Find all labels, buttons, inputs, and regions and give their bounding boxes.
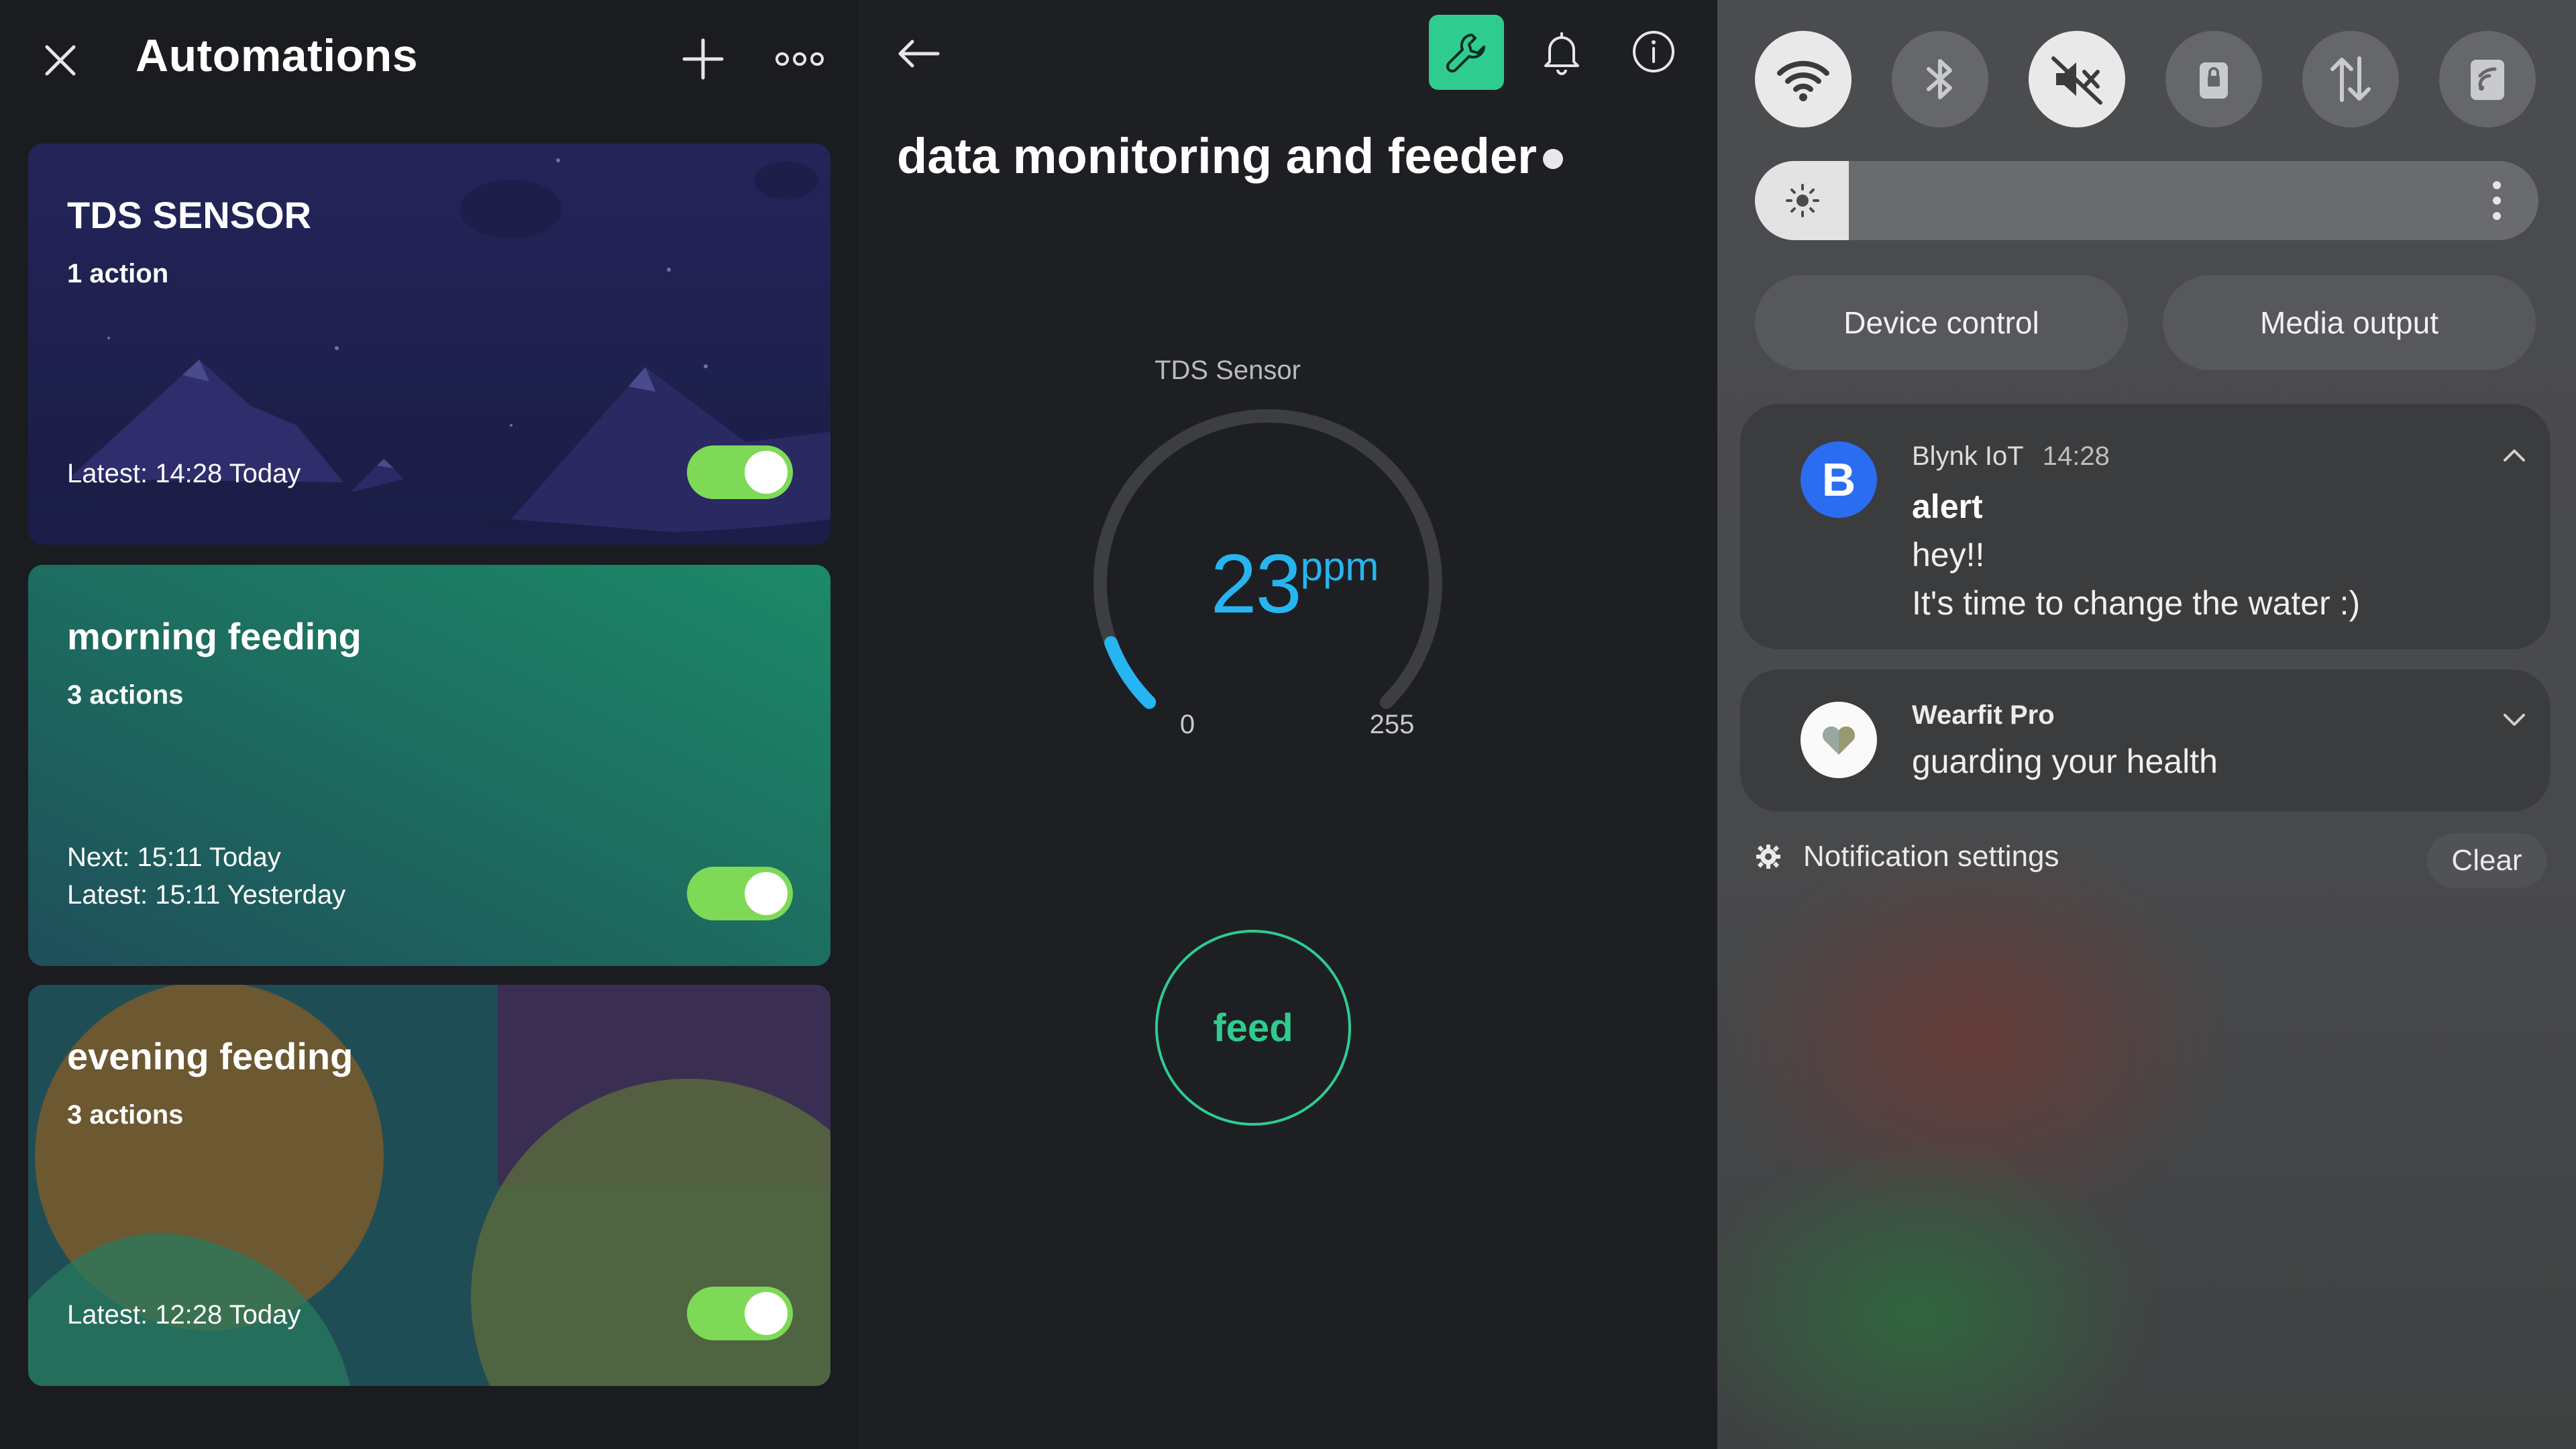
toggle-knob	[745, 1292, 788, 1335]
automation-card-morning-feeding[interactable]: morning feeding 3 actions Next: 15:11 To…	[28, 565, 830, 966]
gauge-label: TDS Sensor	[1155, 356, 1301, 385]
card-schedule: Next: 15:11 Today Latest: 15:11 Yesterda…	[67, 839, 345, 914]
notification-title: alert	[1912, 488, 1983, 525]
card-title: morning feeding	[67, 615, 362, 657]
info-icon[interactable]	[1630, 28, 1677, 75]
notification-blynk[interactable]: B Blynk IoT 14:28 alert hey!! It's time t…	[1740, 404, 2551, 649]
wearfit-app-icon	[1801, 702, 1877, 778]
gauge-min-label: 0	[1179, 710, 1195, 739]
automation-toggle[interactable]	[687, 445, 793, 499]
device-control-button[interactable]: Device control	[1755, 275, 2128, 370]
card-action-count: 1 action	[67, 259, 169, 288]
mute-icon	[2051, 56, 2102, 105]
notification-line-2: It's time to change the water :)	[1912, 584, 2361, 622]
automation-toggle[interactable]	[687, 1287, 793, 1340]
notification-settings-link[interactable]: Notification settings	[1755, 840, 2059, 873]
rotation-lock-toggle[interactable]	[2165, 31, 2262, 127]
latest-run-time: Latest: 14:28 Today	[67, 459, 301, 488]
bell-icon[interactable]	[1538, 28, 1586, 76]
chevron-up-icon[interactable]	[2498, 443, 2530, 467]
chevron-down-icon[interactable]	[2498, 707, 2530, 731]
toggle-knob	[745, 451, 788, 494]
blynk-b-icon: B	[1801, 441, 1877, 518]
notification-settings-label: Notification settings	[1803, 840, 2059, 873]
notification-app-name: Blynk IoT 14:28	[1912, 441, 2110, 472]
latest-run-time: Latest: 12:28 Today	[67, 1300, 301, 1330]
gauge-value-number: 23	[1210, 538, 1302, 631]
bluetooth-icon	[1927, 59, 1952, 99]
nfc-toggle[interactable]	[2439, 31, 2536, 127]
wifi-icon	[1777, 60, 1829, 101]
brightness-icon	[1786, 184, 1819, 217]
mobile-data-toggle[interactable]	[2302, 31, 2399, 127]
mobile-data-icon	[2330, 56, 2371, 102]
card-schedule: Latest: 12:28 Today	[67, 1296, 301, 1334]
more-options-icon[interactable]	[773, 43, 826, 75]
wifi-toggle[interactable]	[1755, 31, 1851, 127]
more-vertical-icon[interactable]	[2489, 177, 2505, 224]
add-automation-icon[interactable]	[679, 35, 727, 83]
bluetooth-toggle[interactable]	[1892, 31, 1988, 127]
gauge-max-label: 255	[1369, 710, 1415, 739]
notification-app-name: Wearfit Pro	[1912, 700, 2055, 730]
rotation-lock-icon	[2200, 62, 2228, 99]
wrench-icon[interactable]	[1429, 15, 1504, 90]
automation-toggle[interactable]	[687, 867, 793, 920]
gauge-fill	[1104, 636, 1157, 709]
card-action-count: 3 actions	[67, 1100, 184, 1130]
back-arrow-icon[interactable]	[894, 34, 943, 74]
notification-text: guarding your health	[1912, 743, 2218, 780]
gauge-value: 23ppm	[1194, 537, 1395, 632]
automation-card-evening-feeding[interactable]: evening feeding 3 actions Latest: 12:28 …	[28, 985, 830, 1386]
gear-icon	[1756, 845, 1780, 869]
card-title: evening feeding	[67, 1035, 354, 1077]
heart-icon	[1822, 726, 1856, 755]
toggle-knob	[745, 872, 788, 915]
brightness-slider[interactable]	[1755, 161, 2538, 240]
automations-panel: Automations TDS SENSOR 1 action Latest: …	[0, 0, 859, 1449]
gauge-unit: ppm	[1300, 544, 1379, 589]
card-title: TDS SENSOR	[67, 194, 312, 236]
automation-card-tds-sensor[interactable]: TDS SENSOR 1 action Latest: 14:28 Today	[28, 144, 830, 545]
sound-toggle[interactable]	[2029, 31, 2125, 127]
quick-settings-panel: Device control Media output B Blynk IoT 1…	[1717, 0, 2576, 1449]
card-action-count: 3 actions	[67, 680, 184, 710]
automations-header: Automations	[0, 0, 859, 127]
card-schedule: Latest: 14:28 Today	[67, 455, 301, 492]
device-title: data monitoring and feeder	[897, 128, 1537, 184]
clear-notifications-button[interactable]: Clear	[2427, 833, 2546, 888]
feed-button[interactable]: feed	[1155, 930, 1351, 1126]
page-title: Automations	[136, 30, 419, 81]
media-output-button[interactable]: Media output	[2163, 275, 2536, 370]
notification-wearfit[interactable]: Wearfit Pro guarding your health	[1740, 669, 2551, 812]
notification-app-label: Blynk IoT	[1912, 441, 2024, 471]
device-panel: data monitoring and feeder TDS Sensor 23…	[859, 0, 1717, 1449]
close-icon[interactable]	[39, 39, 82, 82]
online-status-dot	[1543, 149, 1563, 169]
latest-run-time: Latest: 15:11 Yesterday	[67, 880, 346, 910]
notification-time: 14:28	[2042, 441, 2110, 471]
next-run-time: Next: 15:11 Today	[67, 843, 281, 872]
nfc-icon	[2471, 60, 2504, 100]
notification-line-1: hey!!	[1912, 536, 1985, 574]
